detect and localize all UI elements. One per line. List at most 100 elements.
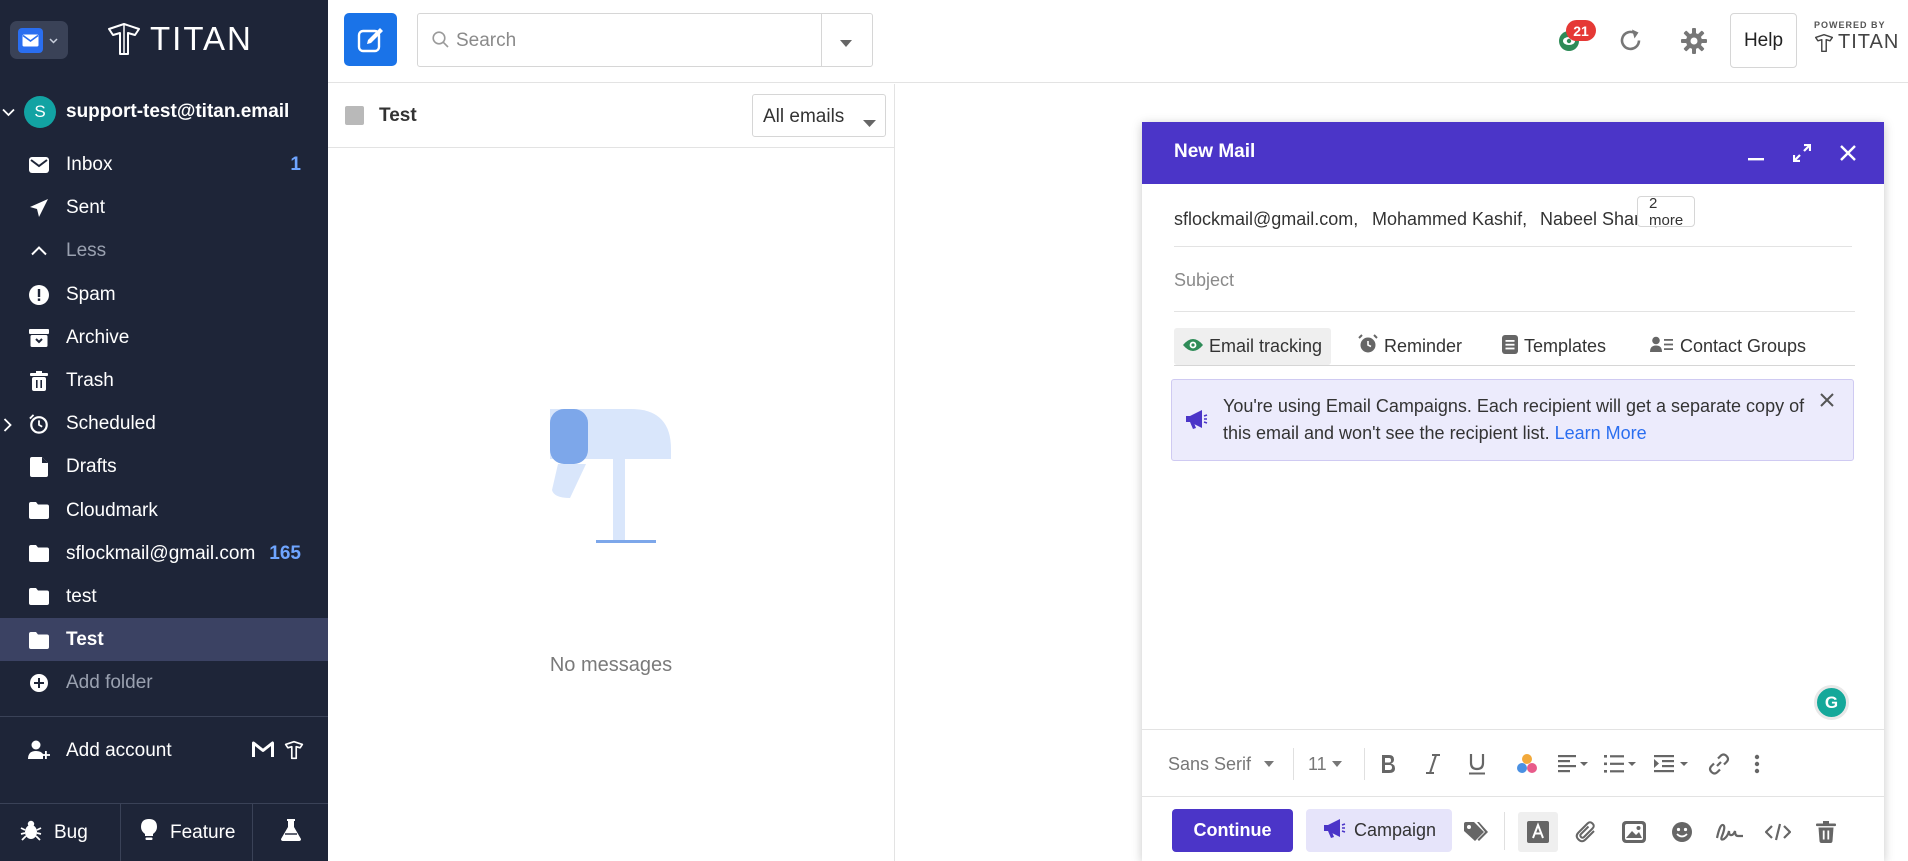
avatar: S	[24, 96, 56, 128]
underline-icon[interactable]	[1468, 749, 1486, 779]
templates-button[interactable]: Templates	[1493, 328, 1615, 365]
filter-dropdown[interactable]: All emails	[752, 94, 886, 137]
font-size-select[interactable]: 11	[1308, 749, 1342, 779]
compose-button[interactable]	[344, 13, 397, 66]
labs-button[interactable]	[253, 804, 328, 861]
search-input[interactable]	[456, 28, 816, 54]
campaign-notice: You're using Email Campaigns. Each recip…	[1171, 379, 1854, 461]
text-color-icon[interactable]	[1516, 749, 1538, 779]
bold-icon[interactable]	[1379, 749, 1397, 779]
email-tracking-label: Email tracking	[1209, 336, 1323, 356]
flask-icon	[280, 818, 301, 847]
chevron-down-icon[interactable]	[2, 104, 15, 122]
add-account-label: Add account	[66, 740, 172, 761]
divider	[1504, 812, 1505, 850]
titan-mail-icon[interactable]	[284, 740, 304, 765]
grammarly-icon[interactable]: G	[1814, 685, 1849, 720]
powered-brand-name: TITAN	[1838, 31, 1900, 53]
more-recipients-chip[interactable]: 2 more	[1637, 195, 1696, 229]
sidebar-item-test-lower[interactable]: test	[0, 575, 328, 618]
italic-icon[interactable]	[1426, 749, 1440, 779]
sidebar: TITAN S support-test@titan.email Inbox 1…	[0, 0, 328, 861]
sidebar-item-test[interactable]: Test	[0, 618, 328, 662]
list-icon[interactable]	[1604, 749, 1636, 779]
campaign-notice-text: You're using Email Campaigns. Each recip…	[1223, 393, 1813, 447]
feature-request-button[interactable]: Feature	[121, 804, 253, 861]
spam-icon	[29, 284, 49, 305]
lightbulb-icon	[141, 818, 157, 847]
image-icon[interactable]	[1620, 818, 1648, 846]
sidebar-item-label: Add folder	[66, 672, 153, 694]
account-row[interactable]: S support-test@titan.email	[0, 92, 328, 132]
formatting-toggle-icon[interactable]	[1518, 812, 1558, 852]
search-icon	[432, 31, 449, 53]
recipient-chip[interactable]: Mohammed Kashif,	[1372, 209, 1527, 230]
align-icon[interactable]	[1558, 749, 1588, 779]
add-user-icon	[28, 740, 50, 765]
expand-icon[interactable]	[1790, 141, 1814, 165]
contact-groups-button[interactable]: Contact Groups	[1641, 328, 1815, 365]
sidebar-item-drafts[interactable]: Drafts	[0, 445, 328, 488]
app-switcher[interactable]	[10, 21, 68, 59]
more-options-icon[interactable]	[1754, 749, 1760, 779]
signature-icon[interactable]	[1716, 818, 1744, 846]
campaign-notice-message: You're using Email Campaigns. Each recip…	[1223, 396, 1805, 443]
tag-icon[interactable]	[1462, 818, 1490, 846]
email-tracking-button[interactable]: Email tracking	[1174, 328, 1332, 365]
add-account-button[interactable]: Add account	[0, 730, 328, 770]
close-icon[interactable]	[1820, 393, 1834, 412]
sidebar-item-spam[interactable]: Spam	[0, 273, 328, 316]
font-family-select[interactable]: Sans Serif	[1168, 749, 1275, 779]
divider	[821, 14, 822, 66]
filter-value: All emails	[763, 106, 845, 127]
compose-tools: Email tracking Reminder Templates Contac…	[1174, 318, 1855, 366]
sidebar-item-sent[interactable]: Sent	[0, 186, 328, 229]
brand-row: TITAN	[0, 0, 328, 80]
sidebar-item-add-folder[interactable]: Add folder	[0, 661, 328, 704]
sidebar-item-inbox[interactable]: Inbox 1	[0, 143, 328, 186]
search-box	[417, 13, 873, 67]
sidebar-item-trash[interactable]: Trash	[0, 359, 328, 402]
link-icon[interactable]	[1708, 749, 1730, 779]
select-all-checkbox[interactable]	[345, 106, 364, 125]
sidebar-item-label: Scheduled	[66, 413, 156, 435]
gear-icon[interactable]	[1681, 28, 1707, 59]
sidebar-item-scheduled[interactable]: Scheduled	[0, 402, 328, 445]
refresh-icon[interactable]	[1618, 28, 1643, 58]
folder-icon	[29, 630, 49, 650]
gmail-icon[interactable]	[252, 741, 274, 763]
help-button[interactable]: Help	[1730, 13, 1797, 68]
search-options-dropdown-icon[interactable]	[839, 35, 853, 53]
close-icon[interactable]	[1836, 141, 1860, 165]
contact-groups-label: Contact Groups	[1680, 336, 1807, 356]
send-icon	[29, 198, 49, 218]
bug-report-button[interactable]: Bug	[0, 804, 121, 861]
list-header: Test All emails	[328, 84, 894, 148]
learn-more-link[interactable]: Learn More	[1555, 423, 1647, 443]
minimize-icon[interactable]	[1744, 141, 1768, 165]
feedback-bar: Bug Feature	[0, 804, 328, 861]
mailbox-icon	[550, 409, 671, 543]
emoji-icon[interactable]	[1668, 818, 1696, 846]
megaphone-icon	[1184, 407, 1208, 436]
indent-icon[interactable]	[1654, 749, 1688, 779]
discard-trash-icon[interactable]	[1812, 818, 1840, 846]
folder-title: Test	[379, 105, 417, 126]
sidebar-item-archive[interactable]: Archive	[0, 316, 328, 359]
sidebar-item-cloudmark[interactable]: Cloudmark	[0, 489, 328, 532]
reminder-button[interactable]: Reminder	[1349, 328, 1471, 365]
chevron-right-icon[interactable]	[3, 416, 12, 438]
recipients-field[interactable]: sflockmail@gmail.com, Mohammed Kashif, N…	[1174, 197, 1852, 247]
recipient-chip[interactable]: sflockmail@gmail.com,	[1174, 209, 1358, 230]
font-family-value: Sans Serif	[1168, 753, 1252, 774]
eye-icon	[1183, 336, 1203, 357]
sidebar-item-less[interactable]: Less	[0, 229, 328, 272]
campaign-button[interactable]: Campaign	[1306, 809, 1452, 852]
attachment-icon[interactable]	[1572, 818, 1600, 846]
continue-button[interactable]: Continue	[1172, 809, 1293, 852]
code-icon[interactable]	[1764, 818, 1792, 846]
sidebar-item-sflockmail[interactable]: sflockmail@gmail.com 165	[0, 532, 328, 575]
subject-input[interactable]	[1174, 262, 1855, 298]
top-bar: 21 Help POWERED BY TITAN	[328, 0, 1908, 83]
subject-row	[1174, 262, 1855, 312]
